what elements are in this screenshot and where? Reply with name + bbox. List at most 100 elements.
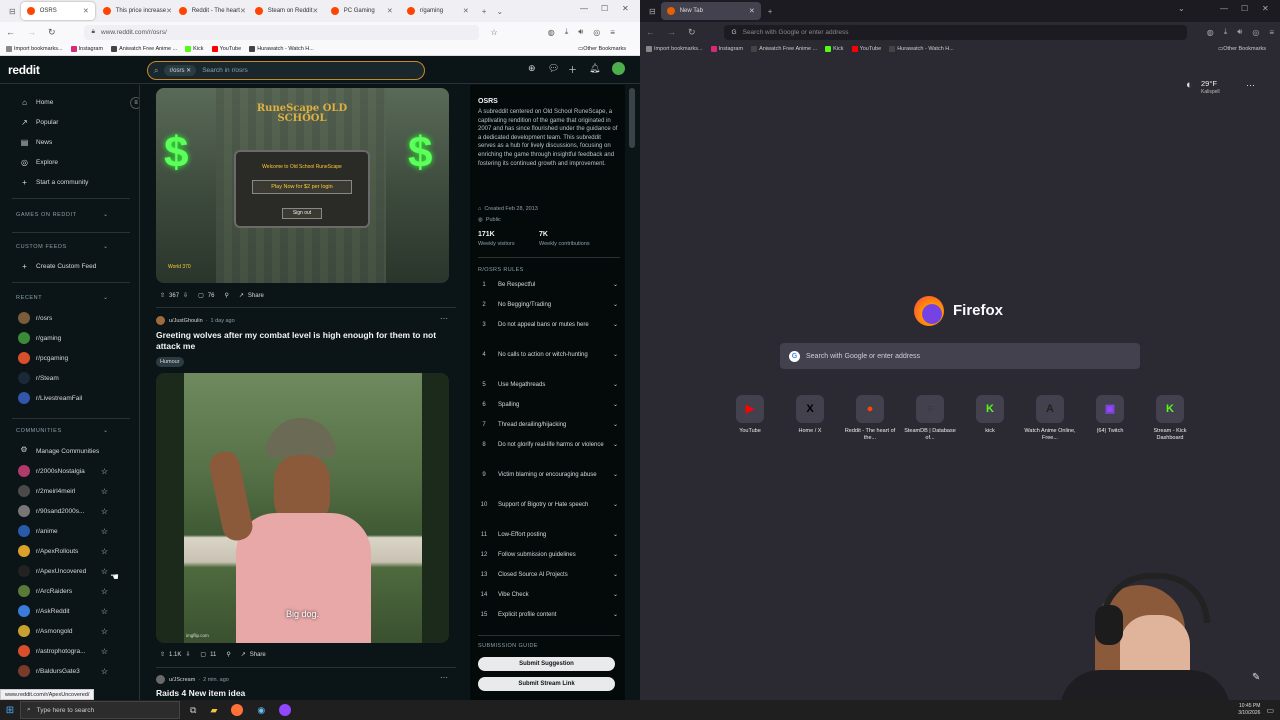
vote-control[interactable]: ⇧ 367 ⇩ (160, 292, 188, 300)
post2-title[interactable]: Greeting wolves after my combat level is… (156, 330, 456, 352)
bookmark-item[interactable]: Import bookmarks... (6, 45, 63, 52)
close-tab-icon[interactable]: ✕ (240, 7, 246, 15)
steam-taskbar-icon[interactable]: ◉ (257, 705, 265, 716)
user-avatar[interactable] (612, 62, 625, 75)
bookmark-item[interactable]: Kick (185, 45, 204, 52)
close-tab-icon[interactable]: ✕ (463, 7, 469, 15)
recent-item[interactable]: r/pcgaming (18, 349, 132, 367)
firefox-taskbar-icon[interactable] (231, 704, 244, 716)
star-icon[interactable]: ☆ (101, 627, 108, 636)
shortcut-tile[interactable]: X Home / X (780, 395, 840, 435)
post2-flair[interactable]: Humour (156, 357, 184, 367)
rule-item[interactable]: 1 Be Respectful ⌄ (478, 281, 618, 289)
recent-item[interactable]: r/osrs (18, 309, 132, 327)
vote-control[interactable]: ⇧ 1.1K ⇩ (160, 651, 190, 659)
reddit-logo[interactable]: reddit (8, 63, 40, 77)
upvote-icon[interactable]: ⇧ (160, 651, 165, 658)
bookmark-item[interactable]: Aniwatch Free Anime ... (751, 46, 817, 52)
rule-item[interactable]: 2 No Begging/Trading ⌄ (478, 301, 618, 309)
chevron-down-icon[interactable]: ⌄ (103, 294, 108, 301)
bookmark-item[interactable]: YouTube (851, 46, 881, 52)
other-bookmarks[interactable]: ▭ Other Bookmarks (578, 46, 626, 52)
close-tab-icon[interactable]: ✕ (387, 7, 393, 15)
chevron-down-icon[interactable]: ⌄ (608, 281, 618, 289)
weather-temp[interactable]: 29°F (1201, 79, 1217, 88)
tab-5[interactable]: r/gaming ✕ (401, 2, 475, 20)
community-item[interactable]: r/BaldursGate3 ☆ (18, 662, 132, 680)
post2-author[interactable]: u/JustGhoulin (169, 318, 203, 324)
scrollbar[interactable] (629, 88, 635, 148)
share-button[interactable]: ↗ Share (241, 651, 266, 659)
chevron-down-icon[interactable]: ⌄ (103, 243, 108, 250)
community-item[interactable]: r/ApexRollouts ☆ (18, 542, 132, 560)
author-avatar[interactable] (156, 675, 165, 684)
close-window-icon[interactable]: ✕ (1262, 4, 1269, 13)
submit-stream-link-button[interactable]: Submit Stream Link (478, 677, 615, 691)
post-image-osrs-login[interactable]: $ $ RuneScape OLD SCHOOL Welcome to Old … (156, 88, 449, 283)
chevron-down-icon[interactable]: ⌄ (608, 501, 618, 509)
nav-explore[interactable]: ◎ Explore (20, 158, 58, 167)
shortcut-tile[interactable]: ▣ (64) Twitch (1080, 395, 1140, 435)
shortcut-tile[interactable]: K Stream - Kick Dashboard (1140, 395, 1200, 442)
tab-overflow-icon[interactable]: ⌄ (496, 7, 503, 16)
rule-item[interactable]: 5 Use Megathreads ⌄ (478, 381, 618, 389)
post3-title[interactable]: Raids 4 New item idea (156, 688, 456, 699)
shortcut-tile[interactable]: ● Reddit - The heart of the... (840, 395, 900, 442)
community-item[interactable]: r/90sand2000s... ☆ (18, 502, 132, 520)
bookmark-item[interactable]: YouTube (211, 45, 241, 52)
rule-item[interactable]: 8 Do not glorify real-life harms or viole… (478, 441, 618, 449)
menu-icon[interactable]: ≡ (1269, 28, 1274, 37)
bookmark-item[interactable]: Instagram (710, 46, 743, 52)
rule-item[interactable]: 12 Follow submission guidelines ⌄ (478, 551, 618, 559)
tab-2[interactable]: Reddit - The heart ✕ (173, 2, 247, 20)
community-item[interactable]: r/2000sNostalgia ☆ (18, 462, 132, 480)
nav-news[interactable]: ▤ News (20, 138, 53, 147)
profile-icon[interactable]: ◎ (593, 28, 600, 37)
obs-taskbar-icon[interactable] (279, 704, 292, 716)
rule-item[interactable]: 7 Thread derailing/hijacking ⌄ (478, 421, 618, 429)
new-tab-button[interactable]: + (482, 7, 487, 16)
downloads-icon[interactable]: ⤓ (1224, 27, 1228, 37)
rule-item[interactable]: 13 Closed Source AI Projects ⌄ (478, 571, 618, 579)
reload-icon[interactable]: ↻ (48, 27, 56, 38)
bookmark-star-icon[interactable]: ☆ (491, 28, 498, 37)
communities-header[interactable]: COMMUNITIES (16, 428, 62, 434)
tab-list-icon[interactable]: ⊟ (649, 7, 656, 16)
create-post-icon[interactable]: ＋ (568, 63, 577, 76)
post2-video[interactable]: Big dog. imgflip.com (156, 373, 449, 643)
windows-start-icon[interactable]: ⊞ (0, 705, 20, 716)
menu-icon[interactable]: ≡ (610, 28, 615, 37)
chevron-down-icon[interactable]: ⌄ (608, 351, 618, 359)
extensions-icon[interactable]: ◍ (548, 28, 555, 37)
taskbar-search-input[interactable]: ⌕ Type here to search (20, 701, 180, 719)
notification-icon[interactable]: ▭ (1266, 706, 1274, 715)
chevron-down-icon[interactable]: ⌄ (608, 551, 618, 559)
volume-icon[interactable]: 🔊︎ (578, 27, 583, 37)
volume-icon[interactable]: 🔊︎ (1237, 27, 1242, 37)
games-section-header[interactable]: GAMES ON REDDIT (16, 212, 77, 218)
share-button[interactable]: ↗ Share (239, 292, 264, 300)
close-window-icon[interactable]: ✕ (622, 4, 629, 13)
tab-list-icon[interactable]: ⊟ (9, 7, 16, 16)
rule-item[interactable]: 15 Explicit profile content ⌄ (478, 611, 618, 619)
nav-start-a-community[interactable]: + Start a community (20, 178, 88, 187)
bookmark-item[interactable]: Hurawatch - Watch H... (249, 45, 314, 52)
taskbar-clock[interactable]: 10:45 PM 3/10/2026 (1238, 703, 1260, 717)
other-bookmarks[interactable]: ▭ Other Bookmarks (1218, 46, 1266, 52)
star-icon[interactable]: ☆ (101, 507, 108, 516)
rule-item[interactable]: 4 No calls to action or witch-hunting ⌄ (478, 351, 618, 359)
chevron-down-icon[interactable]: ⌄ (608, 441, 618, 449)
comments-button[interactable]: ▢ 11 (200, 651, 216, 659)
post3-more-icon[interactable]: ··· (440, 673, 448, 682)
chevron-down-icon[interactable]: ⌄ (608, 591, 618, 599)
community-item[interactable]: r/Asmongold ☆ (18, 622, 132, 640)
rule-item[interactable]: 10 Support of Bigotry or Hate speech ⌄ (478, 501, 618, 509)
collapse-sidebar-icon[interactable]: ≡ (130, 97, 139, 109)
file-explorer-icon[interactable]: ▰ (210, 705, 217, 716)
tab-new-tab[interactable]: New Tab ✕ (660, 2, 761, 20)
star-icon[interactable]: ☆ (101, 467, 108, 476)
manage-communities[interactable]: ⚙ Manage Communities (18, 442, 132, 460)
tab-0[interactable]: OSRS ✕ (20, 2, 95, 20)
rule-item[interactable]: 9 Victim blaming or encouraging abuse ⌄ (478, 471, 618, 479)
star-icon[interactable]: ☆ (101, 647, 108, 656)
